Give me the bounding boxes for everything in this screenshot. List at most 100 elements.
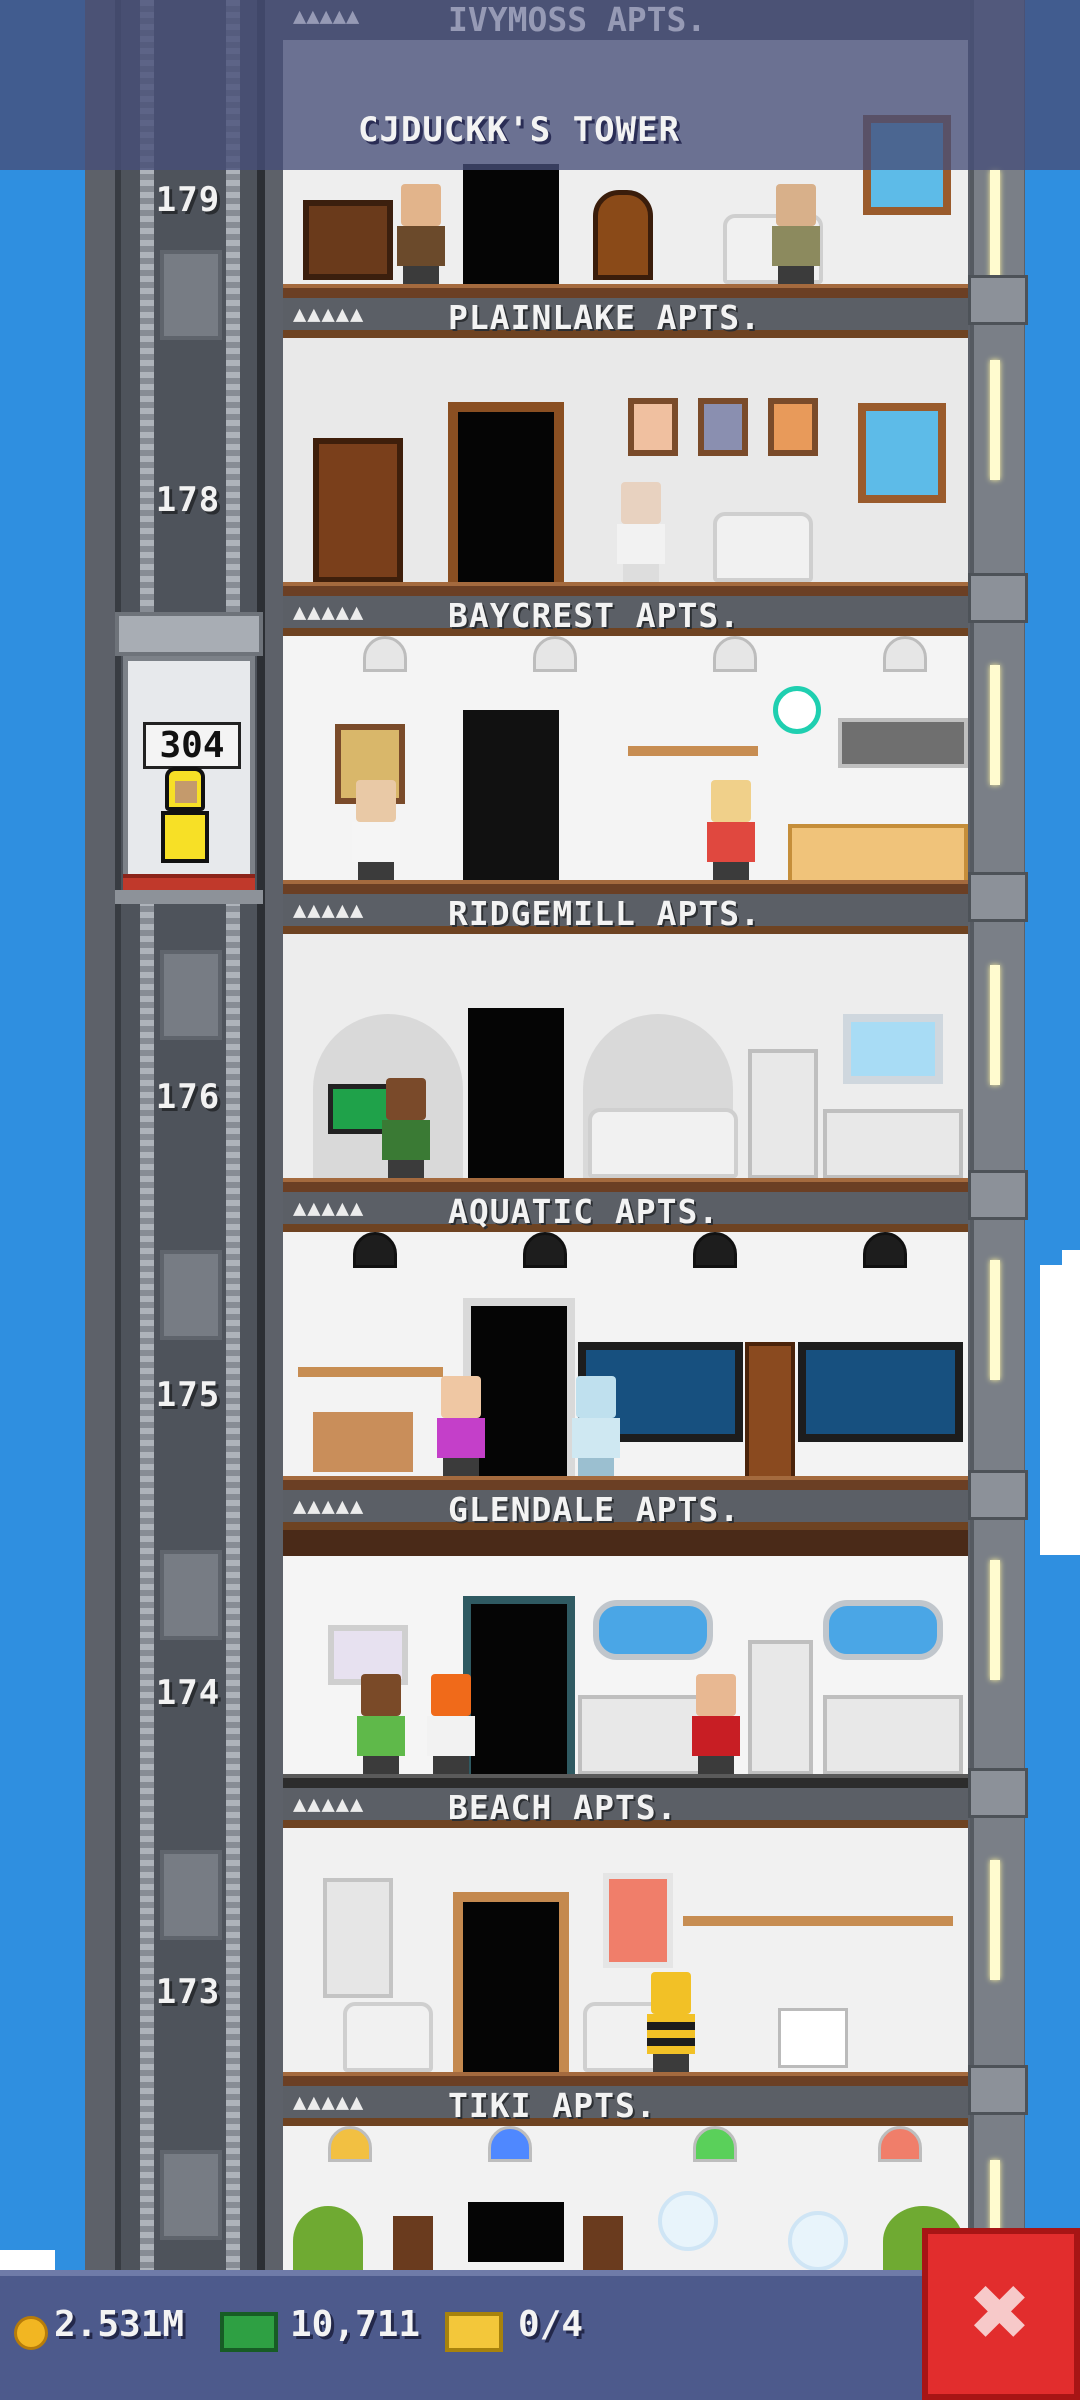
shaft-panel — [160, 950, 222, 1040]
fridge — [748, 1640, 813, 1775]
tenant[interactable] — [688, 1674, 744, 1774]
cash-icon — [220, 2312, 278, 2352]
floor-178-room[interactable] — [283, 338, 968, 596]
shelf — [298, 1367, 443, 1377]
tenant-head — [651, 1972, 691, 2014]
tenant-head — [386, 1078, 426, 1120]
tenant[interactable] — [613, 482, 669, 582]
tenant-head — [401, 184, 441, 226]
wall-bracket — [968, 1470, 1028, 1520]
ticket-icon — [445, 2312, 503, 2352]
ceiling-lamp — [488, 2126, 532, 2162]
tenant[interactable] — [353, 1674, 409, 1774]
elevator-passenger[interactable] — [155, 767, 215, 867]
armchair — [343, 2002, 433, 2072]
tiki-statue — [393, 2216, 433, 2276]
wall-bracket — [968, 2065, 1028, 2115]
tower-title[interactable]: CJDUCKK'S TOWER — [358, 110, 680, 150]
star-rating: ▲▲▲▲▲ — [293, 4, 360, 29]
floor-sign-glendale[interactable]: ▲▲▲▲▲ GLENDALE APTS. — [283, 1490, 968, 1530]
sofa — [588, 1108, 738, 1178]
star-rating: ▲▲▲▲▲ — [293, 302, 365, 327]
room-interior — [283, 1530, 968, 1788]
tenant[interactable] — [423, 1674, 479, 1774]
coins-count[interactable]: 2.531M — [54, 2304, 184, 2345]
elevator-car[interactable]: 304 — [115, 612, 263, 904]
floor-number: 173 — [155, 1972, 221, 2012]
kitchen-counter — [823, 1109, 963, 1179]
floor-number: 179 — [155, 180, 221, 220]
bux-count[interactable]: 10,711 — [290, 2304, 420, 2345]
tenant-body — [617, 524, 665, 564]
floor-sign-name: IVYMOSS APTS. — [448, 0, 707, 39]
floor-sign-name: PLAINLAKE APTS. — [448, 298, 762, 337]
wall-light — [990, 1260, 1000, 1380]
floor-175-room[interactable] — [283, 1232, 968, 1490]
room-door — [468, 2202, 564, 2262]
floor-174-room[interactable] — [283, 1530, 968, 1788]
floor-177-room[interactable] — [283, 636, 968, 894]
floor-tiki-room[interactable] — [283, 2126, 968, 2276]
room-interior — [283, 338, 968, 596]
spotlight — [353, 1232, 397, 1268]
wall-bracket — [968, 275, 1028, 325]
floor-sign-plainlake[interactable]: ▲▲▲▲▲ PLAINLAKE APTS. — [283, 298, 968, 338]
floor-sign-baycrest[interactable]: ▲▲▲▲▲ BAYCREST APTS. — [283, 596, 968, 636]
tenant[interactable] — [433, 1376, 489, 1476]
wall-bracket — [968, 1768, 1028, 1818]
porthole-window — [823, 1600, 943, 1660]
tenant-body — [437, 1418, 485, 1458]
tenant-legs — [433, 1756, 469, 1774]
floor-sign-ivymoss[interactable]: ▲▲▲▲▲ IVYMOSS APTS. — [283, 0, 1023, 40]
tenant-legs — [358, 862, 394, 880]
ceiling-lamp — [878, 2126, 922, 2162]
tenant-legs — [403, 266, 439, 284]
tenant-legs — [698, 1756, 734, 1774]
tenant-head — [576, 1376, 616, 1418]
floor-number: 175 — [155, 1375, 221, 1415]
cabinet — [745, 1342, 795, 1480]
wall-light — [990, 170, 1000, 290]
floor-173-room[interactable] — [283, 1828, 968, 2086]
tiki-statue — [583, 2216, 623, 2276]
tenant-legs — [363, 1756, 399, 1774]
floor-sign-name: BEACH APTS. — [448, 1788, 678, 1827]
tenant-body — [772, 226, 820, 266]
tenant-head — [356, 780, 396, 822]
room-door — [448, 402, 564, 582]
tenant-head — [621, 482, 661, 524]
elevator-bottom — [115, 890, 263, 904]
ceiling-lamp — [533, 636, 577, 672]
bookshelf — [778, 2008, 848, 2068]
floor-sign-aquatic[interactable]: ▲▲▲▲▲ AQUATIC APTS. — [283, 1192, 968, 1232]
jukebox — [593, 190, 653, 280]
fridge — [748, 1049, 818, 1179]
tenant-head — [431, 1674, 471, 1716]
tenant[interactable] — [768, 184, 824, 284]
floor-sign-beach[interactable]: ▲▲▲▲▲ BEACH APTS. — [283, 1788, 968, 1828]
dining-table — [313, 1412, 413, 1472]
room-interior — [283, 2126, 968, 2276]
tenant[interactable] — [643, 1972, 699, 2072]
floor-176-room[interactable] — [283, 934, 968, 1192]
floor-sign-name: RIDGEMILL APTS. — [448, 894, 762, 933]
tenant[interactable] — [568, 1376, 624, 1476]
floor-sign-tiki[interactable]: ▲▲▲▲▲ TIKI APTS. — [283, 2086, 968, 2126]
floor-sign-ridgemill[interactable]: ▲▲▲▲▲ RIDGEMILL APTS. — [283, 894, 968, 934]
tenant[interactable] — [378, 1078, 434, 1178]
spotlight — [693, 1232, 737, 1268]
ceiling-lamp — [328, 2126, 372, 2162]
window — [843, 1014, 943, 1084]
tenant[interactable] — [348, 780, 404, 880]
close-button[interactable]: ✖ — [922, 2228, 1080, 2400]
tickets-count[interactable]: 0/4 — [518, 2304, 583, 2345]
tenant[interactable] — [393, 184, 449, 284]
star-rating: ▲▲▲▲▲ — [293, 2090, 365, 2115]
tenant-legs — [623, 564, 659, 582]
wall-light — [990, 360, 1000, 480]
tenant[interactable] — [703, 780, 759, 880]
picture-frame — [768, 398, 818, 456]
wall-light — [990, 665, 1000, 785]
ceiling-beam — [283, 1530, 968, 1556]
room-door — [463, 1596, 575, 1774]
